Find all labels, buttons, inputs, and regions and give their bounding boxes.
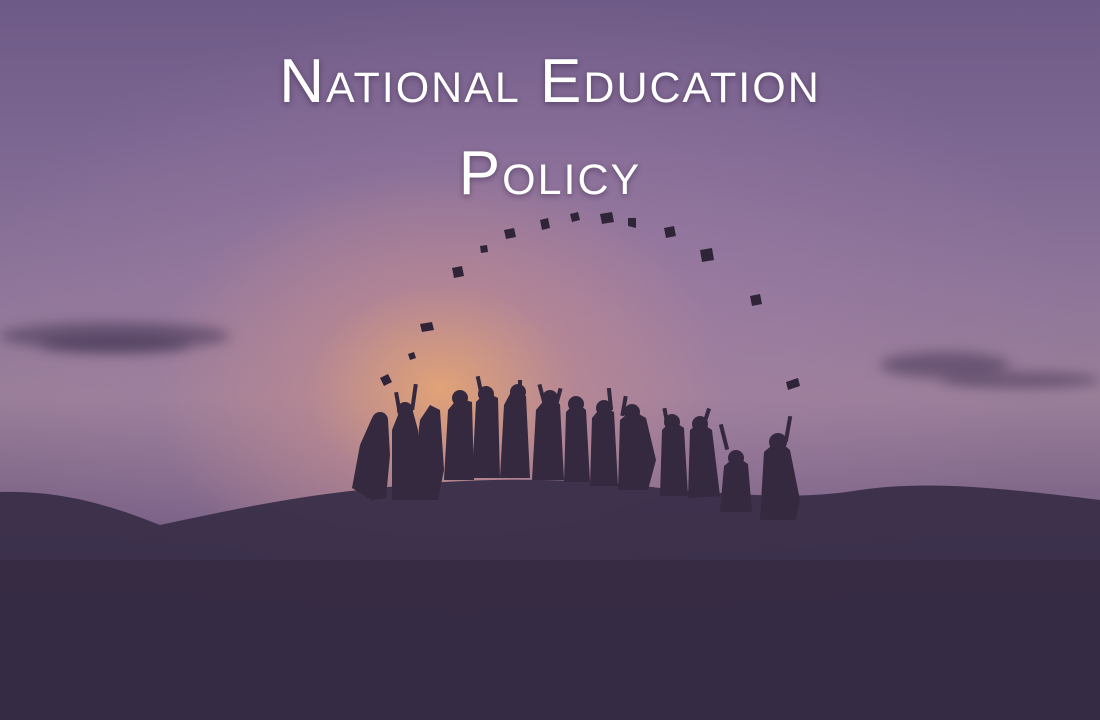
graduation-cap-icon (540, 218, 550, 230)
graduation-cap-icon (570, 212, 580, 222)
graduation-cap-icon (452, 266, 464, 278)
graduation-caps (380, 212, 800, 390)
graduation-cap-icon (480, 245, 488, 253)
graduation-cap-icon (600, 212, 614, 224)
graduation-cap-icon (750, 294, 762, 306)
graduation-cap-icon (786, 378, 800, 390)
graduation-cap-icon (504, 228, 516, 239)
graduation-cap-icon (420, 322, 434, 332)
hero-image: National Education Policy (0, 0, 1100, 720)
graduation-cap-icon (628, 218, 636, 228)
graduation-cap-icon (664, 226, 676, 238)
graduation-cap-icon (380, 374, 392, 386)
graduation-cap-icon (408, 352, 416, 360)
ground-shadow (0, 560, 1100, 720)
graduation-cap-icon (700, 248, 714, 262)
graduation-silhouette-illustration (0, 212, 1100, 720)
